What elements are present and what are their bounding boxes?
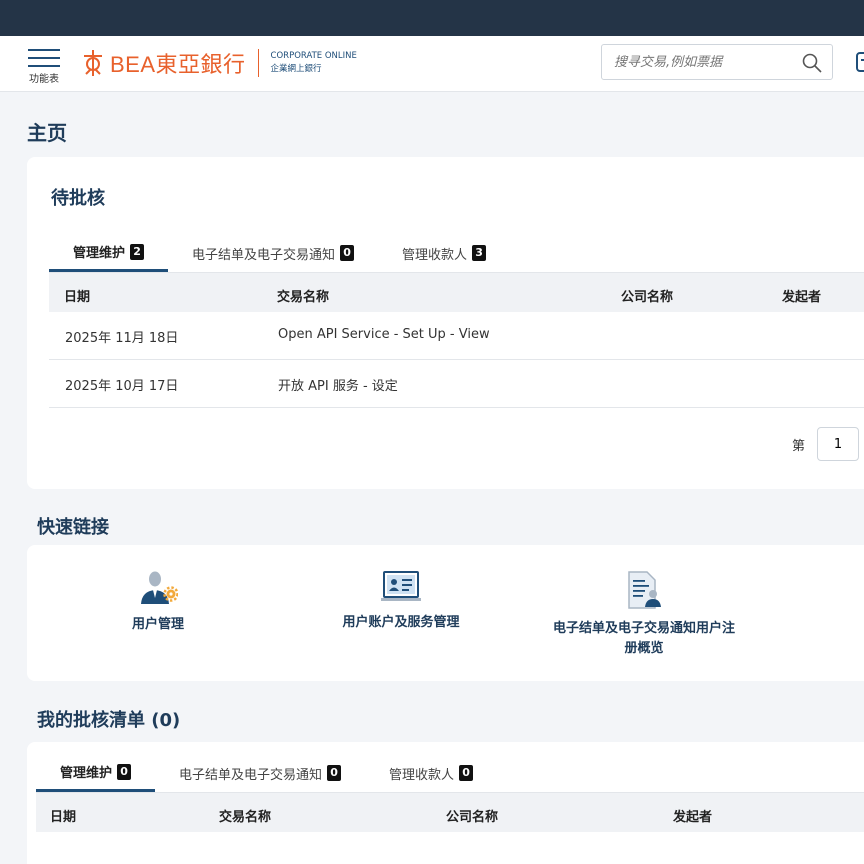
- user-settings-icon: [141, 571, 178, 604]
- pending-approval-card: 待批核 管理维护 2 电子结单及电子交易通知 0 管理收款人 3 日期 交易名称 公司…: [27, 157, 864, 489]
- page-title: 主页: [27, 121, 67, 145]
- quick-link-label: 用户账户及服务管理: [342, 615, 460, 630]
- count-badge: 0: [327, 765, 342, 781]
- table-row[interactable]: 2025年 10月 17日 开放 API 服务 - 设定: [49, 360, 864, 408]
- menu-button[interactable]: 功能表: [24, 48, 64, 85]
- bea-logo-icon: [84, 50, 102, 76]
- printer-icon[interactable]: [854, 50, 864, 74]
- quick-link-label: 用户管理: [131, 617, 184, 632]
- my-approval-card: 管理维护 0 电子结单及电子交易通知 0 管理收款人 0 日期 交易名称 公司名称 发…: [27, 742, 864, 864]
- table-header: 日期 交易名称 公司名称 发起者: [36, 792, 864, 832]
- top-bar: [0, 0, 864, 36]
- header: 功能表 BEA東亞銀行 CORPORATE ONLINE 企業網上銀行: [0, 36, 864, 92]
- my-approval-tabs: 管理维护 0 电子结单及电子交易通知 0 管理收款人 0: [36, 754, 497, 792]
- count-badge: 0: [459, 765, 474, 781]
- bank-logo[interactable]: BEA東亞銀行 CORPORATE ONLINE 企業網上銀行: [82, 48, 357, 78]
- tab-label: 管理收款人: [389, 767, 455, 783]
- col-company[interactable]: 公司名称: [621, 286, 673, 305]
- col-transaction[interactable]: 交易名称: [219, 806, 271, 825]
- quick-links-card: 用户管理 用户账户及服务管理 电子结单及电子交易通知用户注册概览 每日: [27, 545, 864, 681]
- tab-label: 管理维护: [73, 246, 126, 261]
- row-date: 2025年 10月 17日: [65, 379, 179, 394]
- quick-link-daily[interactable]: 每日: [792, 570, 864, 635]
- pager-prefix: 第: [792, 438, 806, 454]
- document-user-icon: [628, 571, 661, 609]
- col-initiator[interactable]: 发起者: [673, 806, 712, 825]
- quick-link-label: 每日: [792, 615, 864, 635]
- menu-label: 功能表: [29, 74, 59, 85]
- table-row[interactable]: 2025年 11月 18日 Open API Service - Set Up …: [49, 312, 864, 360]
- count-badge: 2: [130, 243, 145, 260]
- hamburger-icon: [28, 48, 60, 68]
- logo-sub-en: CORPORATE ONLINE: [270, 51, 357, 61]
- row-date: 2025年 11月 18日: [65, 331, 179, 346]
- table-header: 日期 交易名称 公司名称 发起者: [49, 272, 864, 312]
- tab-payee[interactable]: 管理收款人 3: [378, 234, 510, 272]
- col-date[interactable]: 日期: [50, 806, 76, 825]
- tab-maintenance[interactable]: 管理维护 0: [36, 754, 156, 792]
- quick-link-user-management[interactable]: 用户管理: [63, 570, 253, 635]
- tab-label: 管理维护: [60, 766, 113, 781]
- search-input[interactable]: [614, 45, 804, 79]
- col-date[interactable]: 日期: [64, 286, 90, 305]
- tab-label: 管理收款人: [402, 247, 468, 263]
- quick-link-label: 电子结单及电子交易通知用户注册概览: [552, 621, 735, 656]
- logo-subtitle: CORPORATE ONLINE 企業網上銀行: [271, 50, 357, 76]
- logo-divider: [257, 49, 259, 77]
- col-initiator[interactable]: 发起者: [782, 286, 821, 305]
- quick-link-estatement-overview[interactable]: 电子结单及电子交易通知用户注册概览: [549, 570, 739, 659]
- page-number-input[interactable]: [817, 427, 860, 461]
- pagination: 第 页: [792, 427, 864, 461]
- row-transaction: 开放 API 服务 - 设定: [278, 379, 398, 394]
- tab-estatement[interactable]: 电子结单及电子交易通知 0: [168, 234, 378, 272]
- count-badge: 3: [472, 245, 487, 261]
- col-transaction[interactable]: 交易名称: [277, 286, 329, 305]
- tab-label: 电子结单及电子交易通知: [179, 767, 323, 783]
- tab-maintenance[interactable]: 管理维护 2: [49, 234, 169, 272]
- logo-text: BEA東亞銀行: [110, 52, 246, 77]
- count-badge: 0: [117, 763, 132, 780]
- pending-title: 待批核: [51, 188, 105, 209]
- account-service-icon: [381, 571, 421, 601]
- quick-link-account-service[interactable]: 用户账户及服务管理: [306, 570, 496, 633]
- count-badge: 0: [340, 245, 355, 261]
- tab-estatement[interactable]: 电子结单及电子交易通知 0: [155, 754, 365, 792]
- row-transaction: Open API Service - Set Up - View: [278, 327, 490, 342]
- search-icon[interactable]: [802, 53, 822, 73]
- my-approval-title: 我的批核清单 (0): [37, 710, 181, 731]
- col-company[interactable]: 公司名称: [446, 806, 498, 825]
- tab-label: 电子结单及电子交易通知: [192, 247, 336, 263]
- logo-sub-zh: 企業網上銀行: [270, 64, 322, 74]
- tab-payee[interactable]: 管理收款人 0: [365, 754, 497, 792]
- quick-links-title: 快速链接: [37, 517, 109, 538]
- search-box: [601, 44, 833, 80]
- pending-tabs: 管理维护 2 电子结单及电子交易通知 0 管理收款人 3: [49, 234, 510, 272]
